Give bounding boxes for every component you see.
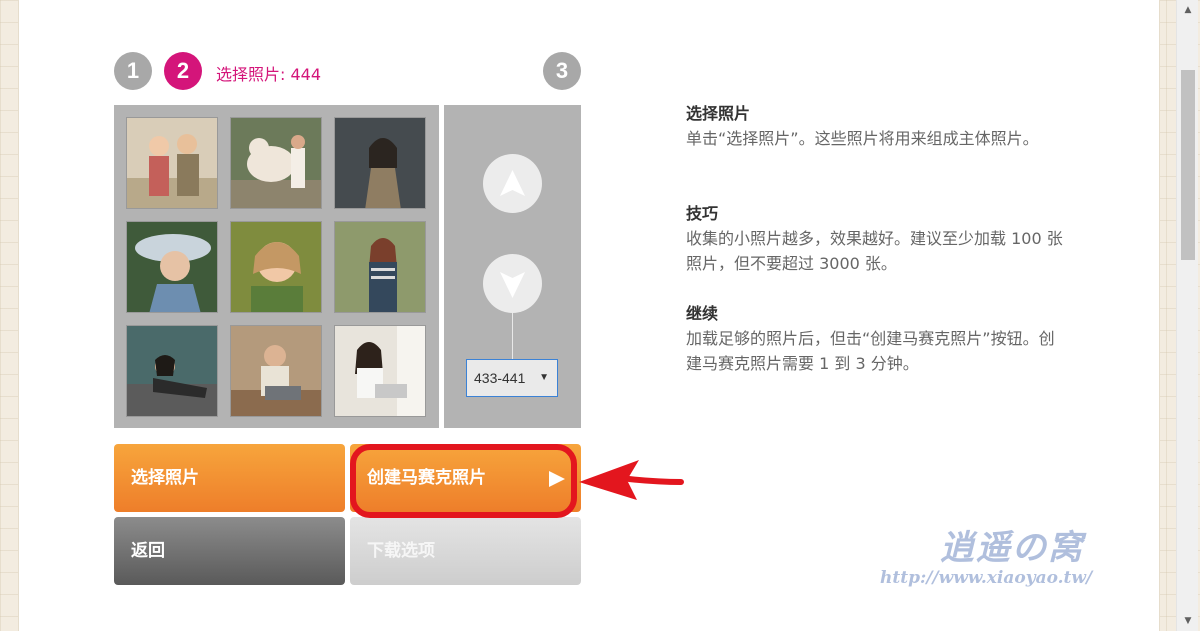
arrow-down-icon[interactable] — [483, 254, 542, 313]
photo-thumbnail[interactable] — [230, 221, 322, 313]
step-3-indicator: 3 — [543, 52, 581, 90]
info-body: 收集的小照片越多，效果越好。建议至少加载 100 张照片，但不要超过 3000 … — [686, 229, 1063, 273]
photo-thumbnail[interactable] — [126, 221, 218, 313]
info-title: 技巧 — [686, 204, 719, 223]
step-caption: 选择照片: 444 — [216, 65, 322, 84]
info-section-select: 选择照片 单击“选择照片”。这些照片将用来组成主体照片。 — [686, 101, 1066, 151]
range-select[interactable]: 433-441 ▼ — [466, 359, 558, 397]
chevron-down-icon: ▼ — [539, 372, 549, 383]
info-title: 选择照片 — [686, 104, 751, 123]
info-body: 单击“选择照片”。这些照片将用来组成主体照片。 — [686, 129, 1039, 148]
info-section-tips: 技巧 收集的小照片越多，效果越好。建议至少加载 100 张照片，但不要超过 30… — [686, 201, 1066, 276]
scroll-down-icon[interactable]: ▼ — [1177, 611, 1199, 631]
photo-thumbnail[interactable] — [230, 117, 322, 209]
arrow-up-icon[interactable] — [483, 154, 542, 213]
photo-grid — [114, 105, 439, 428]
scrollbar[interactable]: ▲ ▼ — [1176, 0, 1198, 631]
select-photos-button[interactable]: 选择照片 — [114, 444, 345, 512]
download-options-button[interactable]: 下载选项 — [350, 517, 581, 585]
range-select-value: 433-441 — [474, 370, 526, 386]
back-label: 返回 — [131, 541, 165, 561]
photo-thumbnail[interactable] — [230, 325, 322, 417]
photo-thumbnail[interactable] — [334, 117, 426, 209]
red-arrow-icon — [579, 460, 684, 500]
photo-thumbnail[interactable] — [334, 221, 426, 313]
info-section-continue: 继续 加载足够的照片后，但击“创建马赛克照片”按钮。创建马赛克照片需要 1 到 … — [686, 301, 1066, 376]
scroll-up-icon[interactable]: ▲ — [1177, 0, 1199, 20]
watermark-logo: 逍遥の窝 — [940, 528, 1084, 568]
select-photos-label: 选择照片 — [131, 468, 199, 488]
info-body: 加载足够的照片后，但击“创建马赛克照片”按钮。创建马赛克照片需要 1 到 3 分… — [686, 329, 1055, 373]
info-title: 继续 — [686, 304, 719, 323]
step-2-indicator: 2 — [164, 52, 202, 90]
back-button[interactable]: 返回 — [114, 517, 345, 585]
photo-thumbnail[interactable] — [126, 117, 218, 209]
download-options-label: 下载选项 — [367, 541, 435, 561]
scroll-thumb[interactable] — [1181, 70, 1195, 260]
photo-thumbnail[interactable] — [334, 325, 426, 417]
watermark-url: http://www.xiaoyao.tw/ — [880, 568, 1093, 588]
highlight-ring — [350, 444, 577, 518]
nav-divider — [512, 312, 513, 362]
photo-thumbnail[interactable] — [126, 325, 218, 417]
step-1-indicator: 1 — [114, 52, 152, 90]
